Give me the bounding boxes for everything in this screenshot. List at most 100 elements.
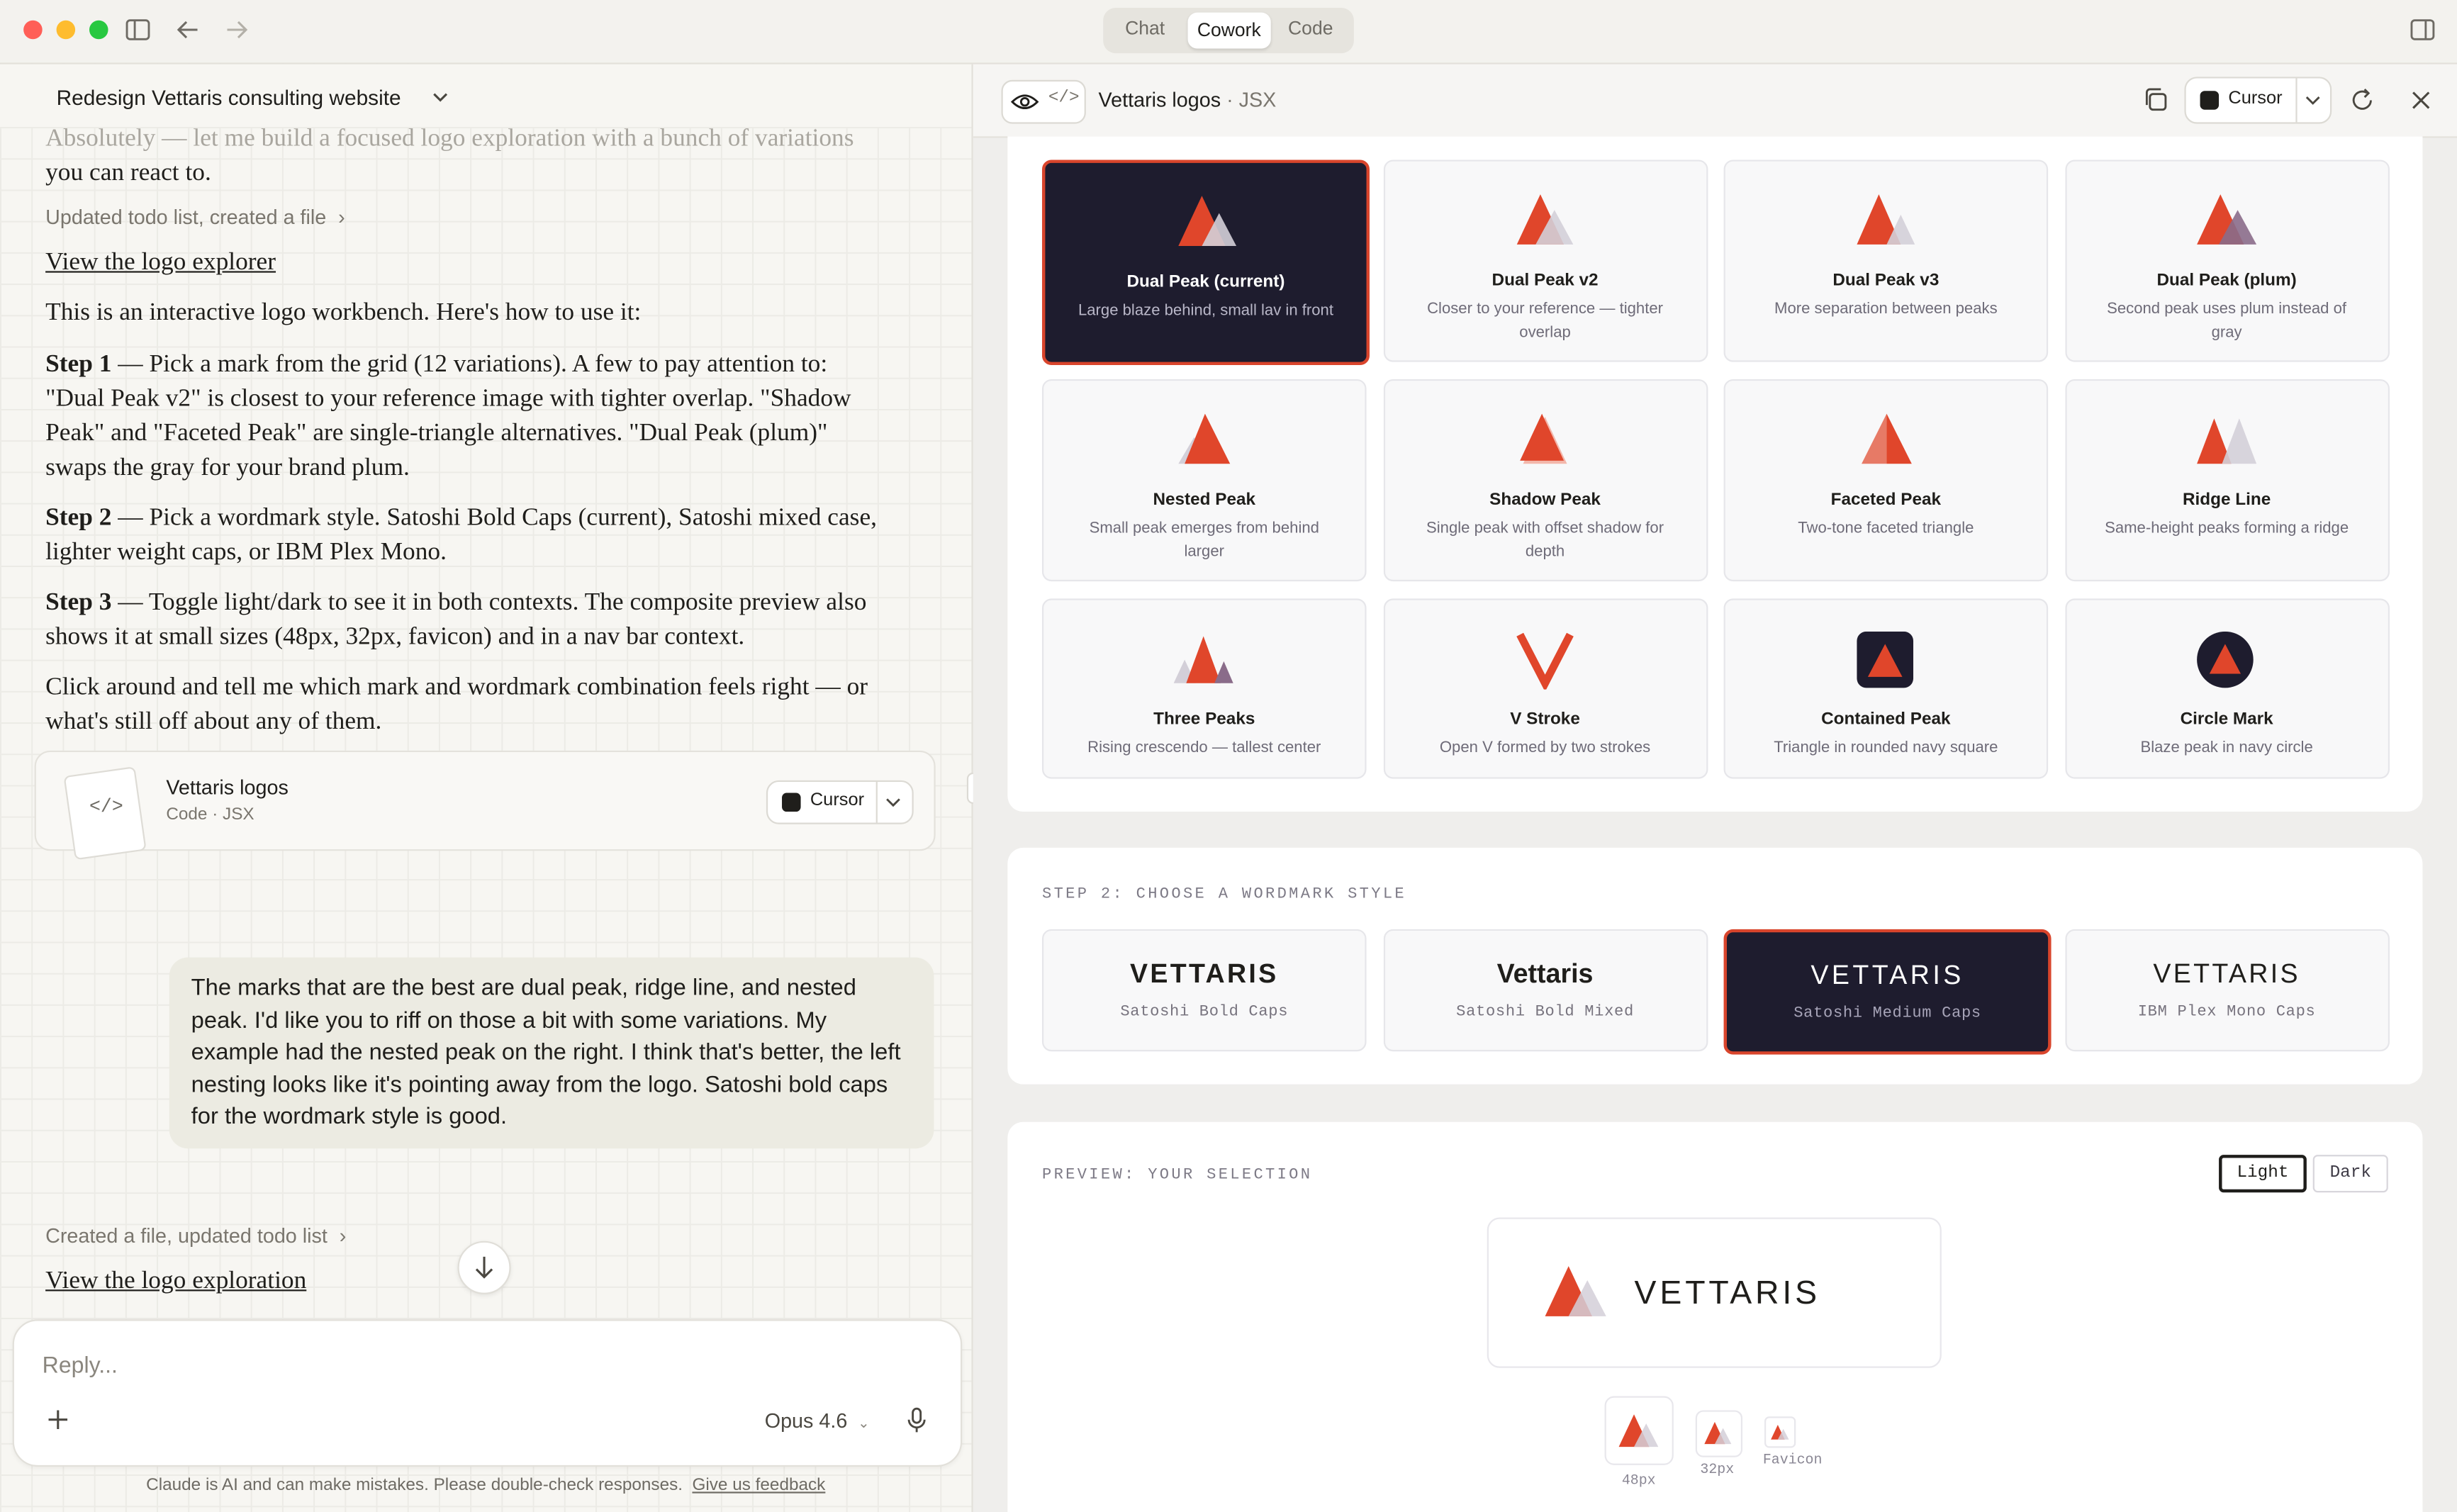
favicon-swatch <box>1764 1416 1796 1448</box>
tool-activity-2[interactable]: Created a file, updated todo list › <box>45 1223 346 1247</box>
minimize-window-button[interactable] <box>56 20 76 40</box>
chat-panel: Redesign Vettaris consulting website Abs… <box>0 64 972 1512</box>
sidebar-toggle-icon[interactable] <box>125 19 150 41</box>
artifact-type: · JSX <box>1221 87 1277 111</box>
step-2-heading: STEP 2: CHOOSE A WORDMARK STYLE <box>1041 887 1406 905</box>
mark-name: Dual Peak (current) <box>1126 272 1285 292</box>
mark-card[interactable]: Dual Peak (plum) Second peak uses plum in… <box>2064 159 2389 362</box>
mark-card[interactable]: V Stroke Open V formed by two strokes <box>1382 598 1708 779</box>
disclaimer: Claude is AI and can make mistakes. Plea… <box>0 1476 972 1495</box>
feedback-link[interactable]: Give us feedback <box>692 1476 825 1495</box>
size-48-label: 48px <box>1621 1472 1656 1489</box>
chevron-down-icon[interactable] <box>2303 94 2322 107</box>
tab-chat[interactable]: Chat <box>1125 17 1165 39</box>
light-toggle[interactable]: Light <box>2219 1155 2307 1193</box>
mark-description: Open V formed by two strokes <box>1439 739 1651 757</box>
open-in-cursor-label: Cursor <box>2228 89 2283 108</box>
forward-arrow-icon[interactable] <box>224 19 249 41</box>
back-arrow-icon[interactable] <box>176 19 201 41</box>
wordmark-card[interactable]: VETTARIS Satoshi Medium Caps <box>1723 929 2052 1055</box>
artifact-card[interactable]: </> Vettaris logos Code · JSX Cursor <box>34 750 936 861</box>
mark-card[interactable]: Contained Peak Triangle in rounded navy s… <box>1723 598 2049 779</box>
chevron-right-icon: › <box>339 1223 347 1248</box>
logo-mark-icon <box>1516 194 1574 245</box>
artifact-header: </> Vettaris logos · JSX Cursor <box>973 64 2457 138</box>
wordmark-style-label: IBM Plex Mono Caps <box>2137 1004 2316 1022</box>
eye-icon[interactable] <box>1010 91 1039 113</box>
mark-description: Large blaze behind, small lav in front <box>1078 302 1333 320</box>
preview-wordmark: VETTARIS <box>1634 1275 1821 1312</box>
open-in-cursor-button[interactable]: Cursor <box>2184 77 2332 124</box>
chevron-down-icon: ⌄ <box>858 1415 870 1431</box>
wordmark-section: STEP 2: CHOOSE A WORDMARK STYLE VETTARIS… <box>1007 847 2423 1085</box>
mark-card[interactable]: Nested Peak Small peak emerges from behin… <box>1041 379 1367 582</box>
logo-mark-icon <box>1618 1414 1659 1447</box>
mark-name: Ridge Line <box>2182 490 2271 510</box>
assistant-intro-faded: Absolutely — let me build a focused logo… <box>45 125 854 152</box>
conversation-title[interactable]: Redesign Vettaris consulting website <box>57 86 401 110</box>
reply-input[interactable]: Reply... <box>43 1354 118 1379</box>
chevron-down-icon[interactable] <box>884 796 903 809</box>
reply-box[interactable]: Reply... Opus 4.6 ⌄ <box>12 1319 963 1467</box>
mark-card[interactable]: Dual Peak v3 More separation between peak… <box>1723 159 2049 362</box>
close-icon[interactable] <box>2410 89 2432 111</box>
mark-card[interactable]: Dual Peak v2 Closer to your reference — t… <box>1382 159 1708 362</box>
mark-card[interactable]: Circle Mark Blaze peak in navy circle <box>2064 598 2389 779</box>
refresh-icon[interactable] <box>2351 88 2375 113</box>
assistant-closing: Click around and tell me which mark and … <box>45 673 868 735</box>
artifact-panel-title: Vettaris logos · JSX <box>1099 88 1277 111</box>
code-icon[interactable]: </> <box>1048 89 1080 108</box>
mark-name: Circle Mark <box>2180 710 2273 729</box>
user-message: The marks that are the best are dual pea… <box>169 957 934 1149</box>
mark-name: Shadow Peak <box>1489 490 1601 510</box>
mark-card[interactable]: Three Peaks Rising crescendo — tallest ce… <box>1041 598 1367 779</box>
wordmark-card[interactable]: VETTARIS Satoshi Bold Caps <box>1041 929 1367 1052</box>
favicon-label: Favicon <box>1762 1452 1823 1469</box>
mark-description: Triangle in rounded navy square <box>1774 739 1998 757</box>
model-selector[interactable]: Opus 4.6 ⌄ <box>765 1409 870 1432</box>
code-icon: </> <box>89 795 123 818</box>
logo-explorer-link[interactable]: View the logo explorer <box>45 246 884 281</box>
chevron-down-icon[interactable] <box>431 89 450 105</box>
microphone-icon[interactable] <box>907 1407 927 1434</box>
button-divider <box>875 782 878 823</box>
assistant-step-1: Step 1 — Pick a mark from the grid (12 v… <box>45 348 884 486</box>
mark-card[interactable]: Faceted Peak Two-tone faceted triangle <box>1723 379 2049 582</box>
mark-description: Same-height peaks forming a ridge <box>2105 520 2349 538</box>
wordmark-style-label: Satoshi Bold Mixed <box>1456 1004 1634 1022</box>
mark-description: Blaze peak in navy circle <box>2140 739 2313 757</box>
tool-activity-1[interactable]: Updated todo list, created a file › <box>45 206 345 229</box>
wordmark-card[interactable]: Vettaris Satoshi Bold Mixed <box>1382 929 1708 1052</box>
close-window-button[interactable] <box>23 20 43 40</box>
wordmark-style-label: Satoshi Bold Caps <box>1120 1004 1289 1022</box>
right-panel-toggle-icon[interactable] <box>2410 19 2435 41</box>
zoom-window-button[interactable] <box>89 20 108 40</box>
scroll-to-bottom-button[interactable] <box>457 1241 511 1294</box>
mark-description: Second peak uses plum instead of gray <box>2107 301 2347 342</box>
mark-card[interactable]: Dual Peak (current) Large blaze behind, s… <box>1041 159 1370 366</box>
wordmark-card[interactable]: VETTARIS IBM Plex Mono Caps <box>2064 929 2389 1052</box>
mark-description: Two-tone faceted triangle <box>1798 520 1974 538</box>
copy-icon[interactable] <box>2144 88 2167 111</box>
tab-code[interactable]: Code <box>1288 17 1333 39</box>
mode-switcher: Chat Cowork Code <box>1103 8 1354 54</box>
assistant-how-to: This is an interactive logo workbench. H… <box>45 299 642 326</box>
logo-preview-card: VETTARIS <box>1487 1217 1942 1368</box>
cursor-icon <box>782 793 801 812</box>
step-2-label: Step 2 <box>45 504 112 532</box>
wordmark-sample: VETTARIS <box>1810 961 1964 991</box>
assistant-intro: you can react to. <box>45 159 211 187</box>
artifact-subtitle: Code · JSX <box>166 805 254 824</box>
tool-activity-label: Created a file, updated todo list <box>45 1223 328 1248</box>
chevron-right-icon: › <box>338 205 345 229</box>
mark-card[interactable]: Shadow Peak Single peak with offset shado… <box>1382 379 1708 582</box>
mark-card[interactable]: Ridge Line Same-height peaks forming a ri… <box>2064 379 2389 582</box>
logo-mark-icon <box>1704 1421 1732 1445</box>
open-in-cursor-button[interactable]: Cursor <box>766 780 914 824</box>
logo-mark-icon <box>1856 194 1915 245</box>
tab-cowork[interactable]: Cowork <box>1187 12 1271 49</box>
dark-toggle[interactable]: Dark <box>2312 1155 2388 1193</box>
plus-icon[interactable] <box>47 1409 69 1430</box>
mark-name: Dual Peak (plum) <box>2156 271 2297 290</box>
logo-mark-icon <box>1856 631 1913 688</box>
